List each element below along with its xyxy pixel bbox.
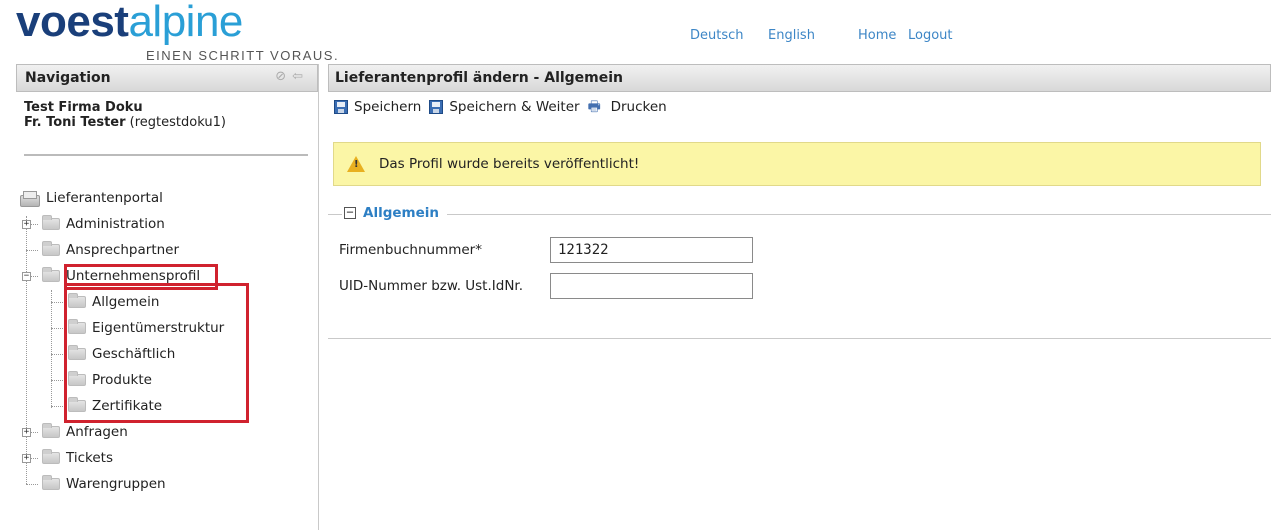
tree-line bbox=[26, 484, 38, 485]
save-disk-icon bbox=[429, 100, 444, 114]
brand-logo: voestalpine EINEN SCHRITT VORAUS. bbox=[16, 0, 338, 63]
highlight-box-subitems bbox=[64, 283, 249, 423]
navigation-header: Navigation ⊘⇦ bbox=[16, 64, 318, 92]
tree-line bbox=[51, 380, 63, 381]
user-id: (regtestdoku1) bbox=[129, 115, 226, 130]
tree-line bbox=[26, 216, 27, 484]
expand-plus-icon[interactable]: + bbox=[22, 454, 31, 463]
section-header[interactable]: − Allgemein bbox=[342, 205, 447, 221]
link-deutsch[interactable]: Deutsch bbox=[690, 28, 744, 43]
save-next-label: Speichern & Weiter bbox=[449, 99, 580, 115]
folder-icon bbox=[42, 215, 60, 230]
page-title: Lieferantenprofil ändern - Allgemein bbox=[328, 64, 1271, 92]
tree-item-administration[interactable]: Administration bbox=[42, 214, 165, 234]
link-home[interactable]: Home bbox=[858, 28, 896, 43]
warning-banner: ! Das Profil wurde bereits veröffentlich… bbox=[333, 142, 1261, 186]
collapse-arrow-icon[interactable]: ⇦ bbox=[292, 69, 309, 84]
link-logout[interactable]: Logout bbox=[908, 28, 953, 43]
collapse-minus-icon[interactable]: − bbox=[344, 206, 356, 219]
tree-line bbox=[51, 406, 63, 407]
folder-icon bbox=[42, 449, 60, 464]
save-disk-icon bbox=[334, 100, 348, 114]
tree-item-ansprechpartner[interactable]: Ansprechpartner bbox=[42, 240, 179, 260]
collapse-minus-icon[interactable]: − bbox=[22, 272, 31, 281]
uid-nummer-input[interactable] bbox=[550, 273, 753, 299]
portal-icon bbox=[20, 191, 40, 207]
folder-icon bbox=[42, 423, 60, 438]
logo-wordmark: voestalpine bbox=[16, 0, 243, 46]
tree-line bbox=[51, 354, 63, 355]
field-label: UID-Nummer bzw. Ust.IdNr. bbox=[339, 278, 524, 294]
warning-triangle-icon: ! bbox=[347, 156, 365, 172]
save-button[interactable]: Speichern bbox=[334, 99, 421, 115]
tree-line bbox=[51, 290, 52, 408]
section-title: Allgemein bbox=[363, 205, 439, 221]
tree-item-tickets[interactable]: Tickets bbox=[42, 448, 113, 468]
logo-tagline: EINEN SCHRITT VORAUS. bbox=[146, 48, 340, 63]
form-row-uid-nummer: UID-Nummer bzw. Ust.IdNr. bbox=[339, 273, 753, 299]
save-next-button[interactable]: Speichern & Weiter bbox=[429, 99, 580, 115]
tree-label: Ansprechpartner bbox=[66, 242, 180, 258]
print-button[interactable]: 🖶 Drucken bbox=[588, 99, 667, 115]
tree-root-lieferantenportal[interactable]: Lieferantenportal bbox=[20, 188, 163, 208]
link-english[interactable]: English bbox=[768, 28, 815, 43]
tree-item-warengruppen[interactable]: Warengruppen bbox=[42, 474, 166, 494]
tree-line bbox=[51, 302, 63, 303]
folder-icon bbox=[42, 267, 60, 282]
navigation-title: Navigation bbox=[25, 70, 111, 86]
tree-label: Tickets bbox=[66, 450, 113, 466]
warning-text: Das Profil wurde bereits veröffentlicht! bbox=[379, 156, 640, 172]
expand-plus-icon[interactable]: + bbox=[22, 428, 31, 437]
expand-plus-icon[interactable]: + bbox=[22, 220, 31, 229]
toolbar: Speichern Speichern & Weiter 🖶 Drucken bbox=[328, 92, 1271, 122]
printer-icon: 🖶 bbox=[587, 99, 601, 115]
form-row-firmenbuchnummer: Firmenbuchnummer* bbox=[339, 237, 753, 263]
folder-icon bbox=[42, 475, 60, 490]
refresh-icon[interactable]: ⊘ bbox=[275, 69, 292, 84]
nav-divider bbox=[24, 154, 308, 156]
tree-label: Anfragen bbox=[66, 424, 128, 440]
save-label: Speichern bbox=[354, 99, 422, 115]
tree-label: Administration bbox=[66, 216, 165, 232]
tree-label: Warengruppen bbox=[66, 476, 166, 492]
firmenbuchnummer-input[interactable] bbox=[550, 237, 753, 263]
tree-item-anfragen[interactable]: Anfragen bbox=[42, 422, 128, 442]
user-name: Fr. Toni Tester bbox=[24, 115, 126, 130]
field-label: Firmenbuchnummer* bbox=[339, 242, 482, 258]
tree-line bbox=[26, 250, 38, 251]
navigation-panel: Navigation ⊘⇦ Test Firma Doku Fr. Toni T… bbox=[16, 64, 319, 530]
user-info: Test Firma Doku Fr. Toni Tester (regtest… bbox=[16, 92, 318, 130]
main-panel: Lieferantenprofil ändern - Allgemein Spe… bbox=[328, 64, 1271, 339]
nav-header-icons: ⊘⇦ bbox=[275, 69, 309, 84]
company-name: Test Firma Doku bbox=[24, 100, 143, 115]
tree-line bbox=[51, 328, 63, 329]
section-allgemein: − Allgemein Firmenbuchnummer* UID-Nummer… bbox=[328, 205, 1271, 339]
tree-label: Lieferantenportal bbox=[46, 190, 163, 206]
print-label: Drucken bbox=[610, 99, 667, 115]
folder-icon bbox=[42, 241, 60, 256]
